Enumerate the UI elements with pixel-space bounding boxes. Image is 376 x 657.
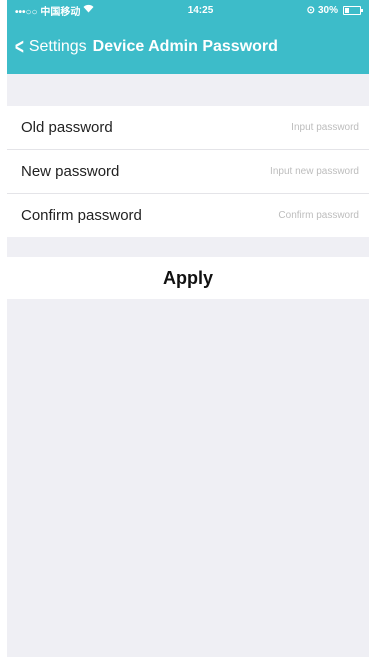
confirm-password-input[interactable] (207, 209, 361, 222)
page-title: Device Admin Password (92, 38, 278, 55)
status-time: 14:25 (187, 4, 214, 16)
navigation-bar: < Settings Device Admin Password (7, 20, 369, 74)
status-bar: •••○○ 中国移动 14:25 ⊙ 30% (7, 0, 369, 20)
header: •••○○ 中国移动 14:25 ⊙ 30% < Settings Device… (7, 0, 369, 74)
new-password-label: New password (21, 163, 120, 180)
apply-button[interactable]: Apply (7, 257, 369, 299)
chevron-left-icon: < (14, 34, 24, 59)
back-button[interactable]: < Settings (13, 36, 87, 58)
battery-icon (342, 5, 363, 15)
alarm-icon: ⊙ (306, 4, 315, 16)
confirm-password-label: Confirm password (21, 207, 142, 224)
wifi-icon (83, 4, 94, 16)
old-password-input[interactable] (207, 121, 361, 134)
battery-percent: 30% (317, 4, 338, 16)
new-password-row: New password (7, 150, 369, 194)
old-password-row: Old password (7, 106, 369, 150)
new-password-input[interactable] (207, 165, 361, 178)
confirm-password-row: Confirm password (7, 194, 369, 237)
old-password-label: Old password (21, 119, 113, 136)
back-label: Settings (28, 38, 87, 55)
phone-screen: •••○○ 中国移动 14:25 ⊙ 30% < Settings Device… (7, 0, 369, 657)
password-form: Old password New password Confirm passwo… (7, 106, 369, 237)
carrier-label: •••○○ 中国移动 (15, 6, 81, 18)
